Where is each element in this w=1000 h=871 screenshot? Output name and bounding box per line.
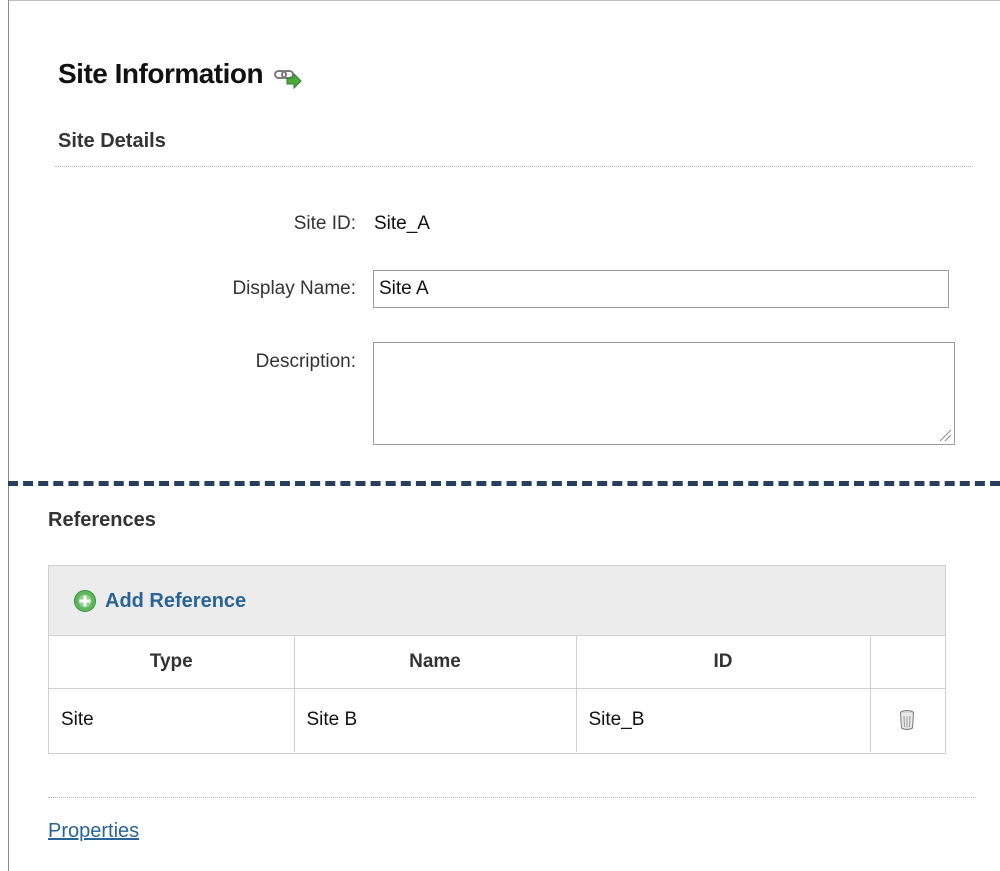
table-row: Site Site B Site_B [49, 688, 945, 752]
add-reference-button[interactable]: Add Reference [73, 589, 246, 613]
properties-link[interactable]: Properties [48, 820, 139, 843]
cell-type: Site [49, 688, 295, 752]
references-panel: Add Reference Type Name ID Site Site B S… [48, 565, 946, 754]
page-title-text: Site Information [58, 58, 264, 89]
cell-id: Site_B [576, 688, 871, 752]
add-circle-icon [74, 590, 96, 612]
display-name-label: Display Name: [232, 278, 356, 299]
description-textarea[interactable] [373, 342, 955, 445]
table-header-row: Type Name ID [49, 636, 945, 689]
description-label: Description: [255, 351, 356, 372]
site-details-heading: Site Details [58, 130, 166, 152]
column-header-type: Type [49, 636, 295, 689]
cell-actions [870, 688, 945, 752]
page-title: Site Information [58, 58, 303, 90]
column-header-id: ID [576, 636, 871, 689]
frame-top-border [8, 0, 1000, 1]
cell-name: Site B [294, 688, 577, 752]
link-arrow-icon[interactable] [273, 65, 303, 90]
references-table: Type Name ID Site Site B Site_B [49, 636, 945, 752]
display-name-input[interactable] [373, 270, 949, 308]
column-header-actions [870, 636, 945, 689]
frame-left-border [8, 0, 9, 871]
section-divider [8, 481, 1000, 486]
site-id-label: Site ID: [293, 213, 356, 234]
add-reference-label: Add Reference [105, 589, 247, 612]
footer-rule [48, 797, 976, 798]
column-header-name: Name [294, 636, 577, 689]
site-id-value: Site_A [374, 213, 430, 234]
references-heading: References [48, 509, 156, 531]
site-details-rule [55, 166, 973, 167]
references-toolbar: Add Reference [49, 566, 945, 636]
resize-grip-icon[interactable] [938, 428, 952, 442]
trash-icon[interactable] [899, 709, 915, 731]
